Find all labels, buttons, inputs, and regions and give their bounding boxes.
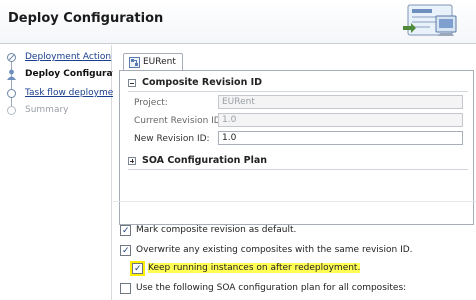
checkbox-label: Keep running instances on after redeploy… xyxy=(148,263,361,273)
main-content: EURent Composite Revision ID Project: EU… xyxy=(113,45,476,300)
check-icon: ✓ xyxy=(122,226,130,236)
step-icon xyxy=(7,89,16,98)
nav-item-deployment-action[interactable]: Deployment Action xyxy=(0,51,112,65)
tab-label: EURent xyxy=(143,57,176,67)
composite-icon xyxy=(129,57,140,68)
project-field: EURent xyxy=(218,95,463,109)
check-icon: ✓ xyxy=(134,264,142,274)
section-divider xyxy=(128,169,468,170)
current-revision-label: Current Revision ID: xyxy=(134,116,224,126)
checkbox-box: ✓ xyxy=(120,245,131,256)
nav-item-label: Deployment Action xyxy=(25,52,112,62)
new-revision-label: New Revision ID: xyxy=(134,134,210,144)
deploy-config-emblem-icon xyxy=(403,4,457,36)
checkbox-box: ✓ xyxy=(120,225,131,236)
nav-item-summary: Summary xyxy=(0,104,112,118)
dialog-header: Deploy Configuration xyxy=(0,0,476,44)
current-revision-field: 1.0 xyxy=(218,113,463,127)
checkbox-box xyxy=(120,283,131,294)
nav-item-task-flow-deployment[interactable]: Task flow deployment xyxy=(0,87,123,101)
collapse-icon xyxy=(128,79,136,87)
current-step-icon xyxy=(7,69,16,80)
nav-item-deploy-configuration[interactable]: Deploy Configuration xyxy=(0,68,133,82)
section-title: Composite Revision ID xyxy=(142,77,263,88)
checkbox-label: Use the following SOA configuration plan… xyxy=(136,283,407,293)
section-divider xyxy=(128,91,468,92)
disabled-step-icon xyxy=(7,106,16,115)
expand-icon xyxy=(128,157,136,165)
navigation-train: Deployment Action Deploy Configuration T… xyxy=(0,45,133,300)
checkbox-label: Overwrite any existing composites with t… xyxy=(136,245,413,255)
tab-strip: EURent xyxy=(119,51,474,71)
divider xyxy=(113,201,476,202)
nav-item-label: Task flow deployment xyxy=(25,88,123,98)
check-icon: ✓ xyxy=(122,246,130,256)
tab-eurent[interactable]: EURent xyxy=(123,53,183,71)
project-label: Project: xyxy=(134,98,168,108)
nav-item-label: Summary xyxy=(25,105,69,115)
page-title: Deploy Configuration xyxy=(8,11,164,26)
section-title: SOA Configuration Plan xyxy=(142,155,268,166)
visited-step-icon xyxy=(7,53,16,62)
new-revision-input[interactable]: 1.0 xyxy=(218,131,463,145)
checkbox-box: ✓ xyxy=(130,261,145,276)
checkbox-label: Mark composite revision as default. xyxy=(136,225,297,235)
